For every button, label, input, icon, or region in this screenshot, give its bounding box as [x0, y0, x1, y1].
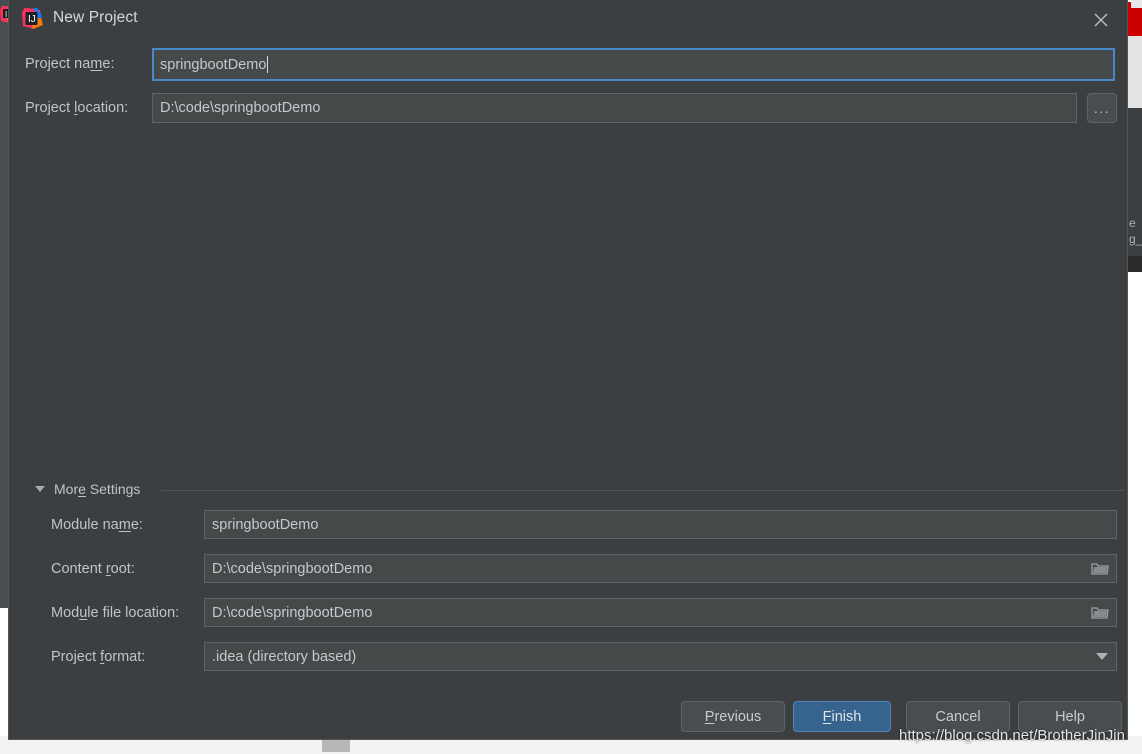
- project-location-browse-button[interactable]: ...: [1087, 93, 1117, 123]
- project-name-input[interactable]: springbootDemo: [152, 48, 1115, 81]
- project-location-input[interactable]: D:\code\springbootDemo: [152, 93, 1077, 123]
- more-settings-divider: [161, 490, 1124, 491]
- project-location-label: Project location:: [25, 100, 129, 116]
- module-file-location-folder-icon[interactable]: [1089, 601, 1111, 623]
- project-format-select[interactable]: .idea (directory based): [204, 642, 1117, 671]
- svg-text:IJ: IJ: [28, 14, 36, 25]
- project-name-label: Project name:: [25, 56, 115, 72]
- module-file-location-label: Module file location:: [51, 605, 180, 621]
- background-window-light-strip: [1128, 36, 1142, 108]
- project-format-label: Project format:: [51, 649, 146, 665]
- watermark-text: https://blog.csdn.net/BrotherJinJin: [899, 727, 1125, 744]
- close-icon[interactable]: [1081, 4, 1121, 36]
- previous-button[interactable]: Previous: [681, 701, 785, 732]
- content-root-folder-icon[interactable]: [1089, 557, 1111, 579]
- chevron-down-icon[interactable]: [1091, 645, 1113, 667]
- content-root-input[interactable]: D:\code\springbootDemo: [204, 554, 1117, 583]
- dialog-title: New Project: [53, 9, 138, 26]
- intellij-idea-logo-icon: IJ: [21, 8, 43, 30]
- background-horizontal-scrollbar-thumb[interactable]: [322, 738, 350, 752]
- module-name-value: springbootDemo: [212, 516, 319, 533]
- module-file-location-value: D:\code\springbootDemo: [212, 604, 373, 621]
- dialog-titlebar: IJ New Project: [9, 0, 1127, 40]
- text-caret: [267, 56, 269, 73]
- project-location-value: D:\code\springbootDemo: [160, 100, 321, 116]
- background-window-dark-strip: [1128, 256, 1142, 272]
- content-root-label: Content root:: [51, 561, 135, 577]
- new-project-dialog: IJ New Project Project name: springbootD…: [8, 0, 1128, 740]
- project-name-value: springbootDemo: [160, 56, 267, 73]
- background-window-left-edge: [0, 0, 8, 608]
- background-text-fragment-2: g_: [1129, 232, 1142, 246]
- project-format-value: .idea (directory based): [212, 648, 357, 665]
- content-root-value: D:\code\springbootDemo: [212, 560, 373, 577]
- module-name-input[interactable]: springbootDemo: [204, 510, 1117, 539]
- finish-button[interactable]: Finish: [793, 701, 891, 732]
- more-settings-label: More Settings: [54, 481, 141, 497]
- background-window-tab: [1131, 0, 1142, 8]
- svg-text:I: I: [5, 10, 7, 19]
- background-text-fragment-1: e: [1129, 216, 1136, 230]
- more-settings-toggle[interactable]: More Settings: [35, 481, 140, 497]
- module-file-location-input[interactable]: D:\code\springbootDemo: [204, 598, 1117, 627]
- chevron-down-icon: [35, 486, 45, 492]
- module-name-label: Module name:: [51, 517, 143, 533]
